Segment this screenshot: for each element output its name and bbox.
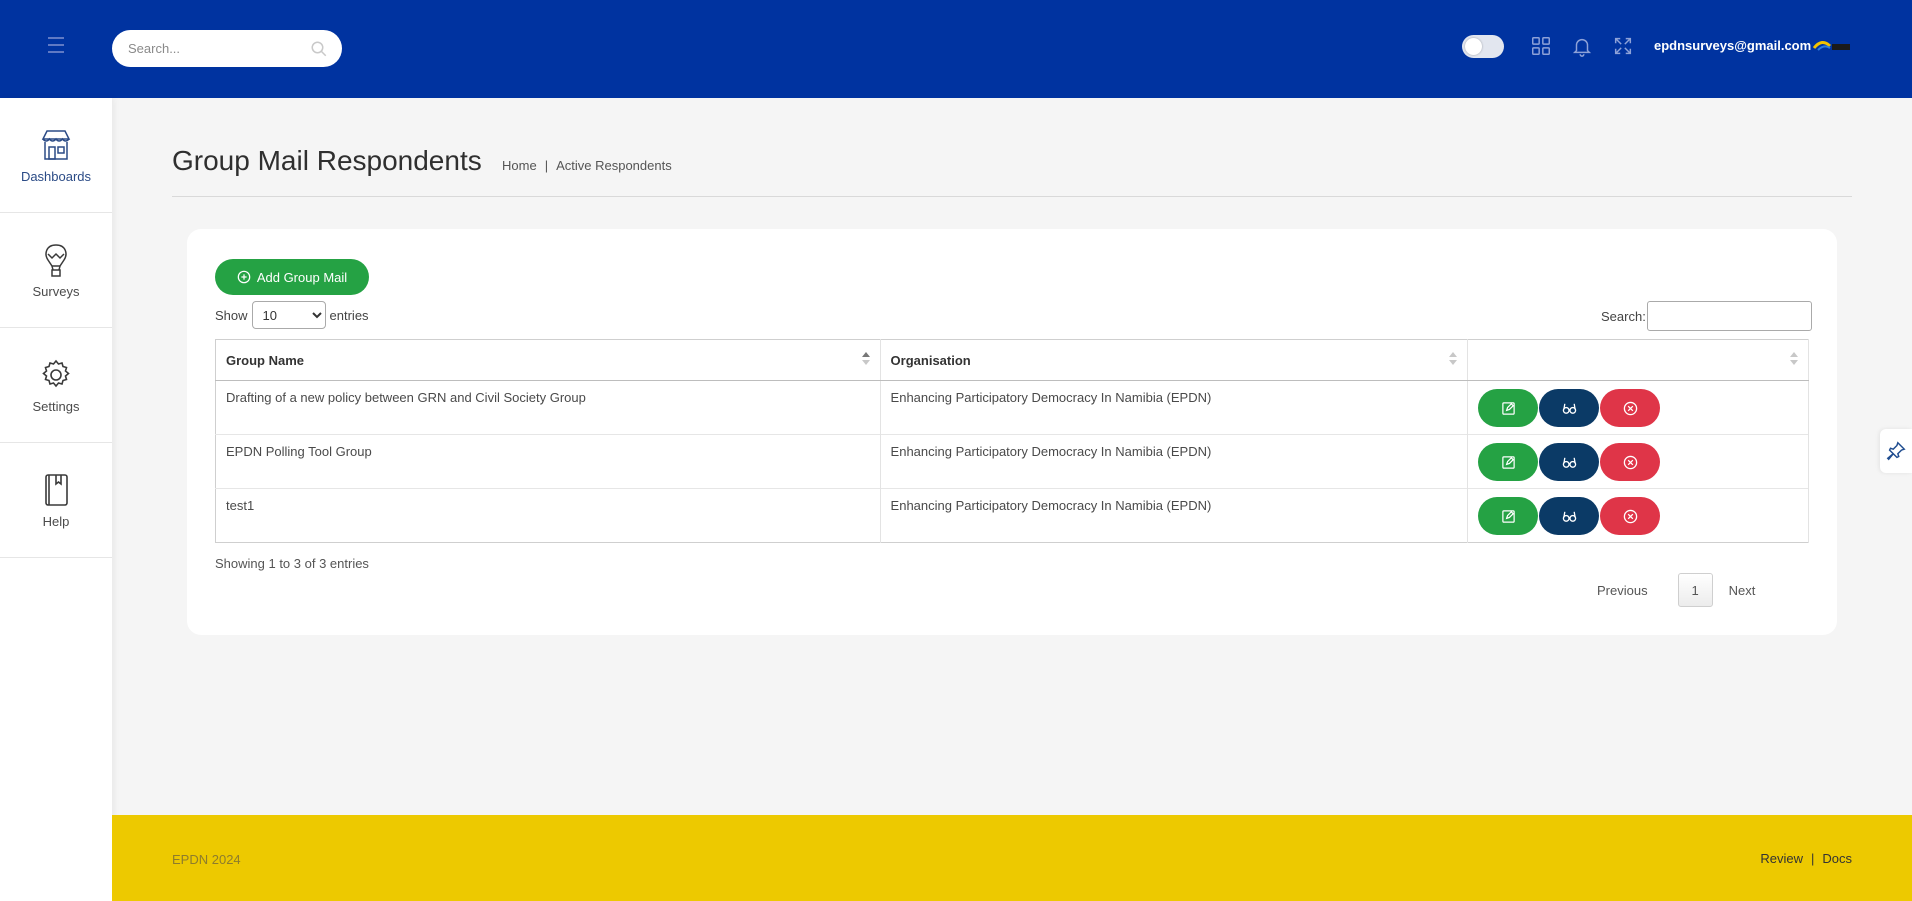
sort-icon xyxy=(1449,352,1458,368)
column-header-organisation[interactable]: Organisation xyxy=(880,339,1469,381)
glasses-icon xyxy=(1562,511,1576,522)
storefront-icon xyxy=(41,129,71,160)
close-circle-icon xyxy=(1623,509,1637,523)
next-page-button[interactable]: Next xyxy=(1729,583,1756,598)
page-1-button[interactable]: 1 xyxy=(1677,573,1713,607)
footer-link-docs[interactable]: Docs xyxy=(1822,851,1852,866)
edit-button[interactable] xyxy=(1478,389,1539,427)
cell-organisation: Enhancing Participatory Democracy In Nam… xyxy=(880,434,1469,489)
glasses-icon xyxy=(1562,457,1576,468)
gear-icon xyxy=(42,359,70,387)
apps-grid-icon[interactable] xyxy=(1530,35,1552,57)
delete-button[interactable] xyxy=(1600,497,1661,535)
table-search: Search: xyxy=(1601,301,1812,331)
add-group-mail-button[interactable]: Add Group Mail xyxy=(215,259,369,295)
footer-link-review[interactable]: Review xyxy=(1760,851,1803,866)
edit-icon xyxy=(1501,401,1515,415)
cell-actions xyxy=(1467,488,1809,543)
cell-group-name: Drafting of a new policy between GRN and… xyxy=(215,380,881,435)
show-label: Show xyxy=(215,307,248,323)
table-header-row: Group Name Organisation xyxy=(215,339,1809,381)
fullscreen-icon[interactable] xyxy=(1612,35,1634,57)
respondents-table: Group Name Organisation Drafting of a ne… xyxy=(215,339,1809,543)
footer-separator: | xyxy=(1810,851,1815,866)
close-circle-icon xyxy=(1623,401,1637,415)
entries-label: entries xyxy=(329,307,369,323)
pin-icon xyxy=(1886,441,1906,461)
breadcrumb-home[interactable]: Home xyxy=(502,158,537,173)
cell-actions xyxy=(1467,434,1809,489)
column-header-actions[interactable] xyxy=(1467,339,1809,381)
sidebar-item-label: Help xyxy=(42,513,70,529)
close-circle-icon xyxy=(1623,455,1637,469)
edit-button[interactable] xyxy=(1478,443,1539,481)
delete-button[interactable] xyxy=(1600,389,1661,427)
breadcrumb: Home | Active Respondents xyxy=(502,158,672,173)
hot-air-balloon-icon xyxy=(45,243,67,277)
cell-organisation: Enhancing Participatory Democracy In Nam… xyxy=(880,380,1469,435)
edit-icon xyxy=(1501,455,1515,469)
sidebar-item-settings[interactable]: Settings xyxy=(0,328,112,443)
edit-button[interactable] xyxy=(1478,497,1539,535)
footer-links: Review | Docs xyxy=(1760,851,1852,866)
sort-icon xyxy=(1790,352,1798,368)
top-header: epdnsurveys@gmail.com xyxy=(0,0,1912,98)
sort-asc-icon xyxy=(861,352,870,368)
pagination: Previous 1 Next xyxy=(1597,573,1755,607)
plus-circle-icon xyxy=(237,270,251,284)
copyright: EPDN 2024 xyxy=(172,852,241,867)
customizer-toggle[interactable] xyxy=(1880,429,1912,473)
logo xyxy=(1812,41,1850,51)
table-search-label: Search: xyxy=(1601,308,1646,324)
sidebar: Dashboards Surveys Settings Help xyxy=(0,98,112,901)
sidebar-item-label: Dashboards xyxy=(20,168,92,184)
page-length-control: Show 10 25 50 100 entries xyxy=(215,301,369,329)
user-email[interactable]: epdnsurveys@gmail.com xyxy=(1654,38,1811,53)
column-header-group-name[interactable]: Group Name xyxy=(215,339,881,381)
view-button[interactable] xyxy=(1539,443,1600,481)
table-row: Drafting of a new policy between GRN and… xyxy=(215,380,1809,435)
menu-icon[interactable] xyxy=(48,37,64,55)
sidebar-item-label: Settings xyxy=(32,398,80,414)
header-search xyxy=(112,30,342,67)
table-search-input[interactable] xyxy=(1646,301,1812,331)
add-group-mail-label: Add Group Mail xyxy=(256,269,348,285)
sidebar-item-label: Surveys xyxy=(32,283,80,299)
respondents-card: Add Group Mail Show 10 25 50 100 entries… xyxy=(187,229,1837,635)
view-button[interactable] xyxy=(1539,497,1600,535)
table-row: EPDN Polling Tool Group Enhancing Partic… xyxy=(215,434,1809,489)
sidebar-item-help[interactable]: Help xyxy=(0,443,112,558)
table-info: Showing 1 to 3 of 3 entries xyxy=(215,556,369,571)
sidebar-item-surveys[interactable]: Surveys xyxy=(0,213,112,328)
previous-page-button[interactable]: Previous xyxy=(1597,583,1648,598)
cell-actions xyxy=(1467,380,1809,435)
theme-toggle[interactable] xyxy=(1462,35,1504,58)
cell-group-name: EPDN Polling Tool Group xyxy=(215,434,881,489)
breadcrumb-current: Active Respondents xyxy=(556,158,672,173)
cell-group-name: test1 xyxy=(215,488,881,543)
footer: EPDN 2024 Review | Docs xyxy=(112,815,1912,901)
toggle-knob xyxy=(1465,38,1482,55)
edit-icon xyxy=(1501,509,1515,523)
cell-organisation: Enhancing Participatory Democracy In Nam… xyxy=(880,488,1469,543)
book-icon xyxy=(45,473,68,506)
sidebar-item-dashboards[interactable]: Dashboards xyxy=(0,98,112,213)
page-title: Group Mail Respondents xyxy=(172,145,482,176)
view-button[interactable] xyxy=(1539,389,1600,427)
bell-icon[interactable] xyxy=(1571,35,1593,57)
delete-button[interactable] xyxy=(1600,443,1661,481)
search-icon[interactable] xyxy=(310,40,328,58)
header-search-input[interactable] xyxy=(112,30,342,67)
title-divider xyxy=(172,196,1852,197)
breadcrumb-separator: | xyxy=(544,158,549,173)
table-row: test1 Enhancing Participatory Democracy … xyxy=(215,488,1809,543)
page-length-select[interactable]: 10 25 50 100 xyxy=(251,301,326,329)
glasses-icon xyxy=(1562,403,1576,414)
